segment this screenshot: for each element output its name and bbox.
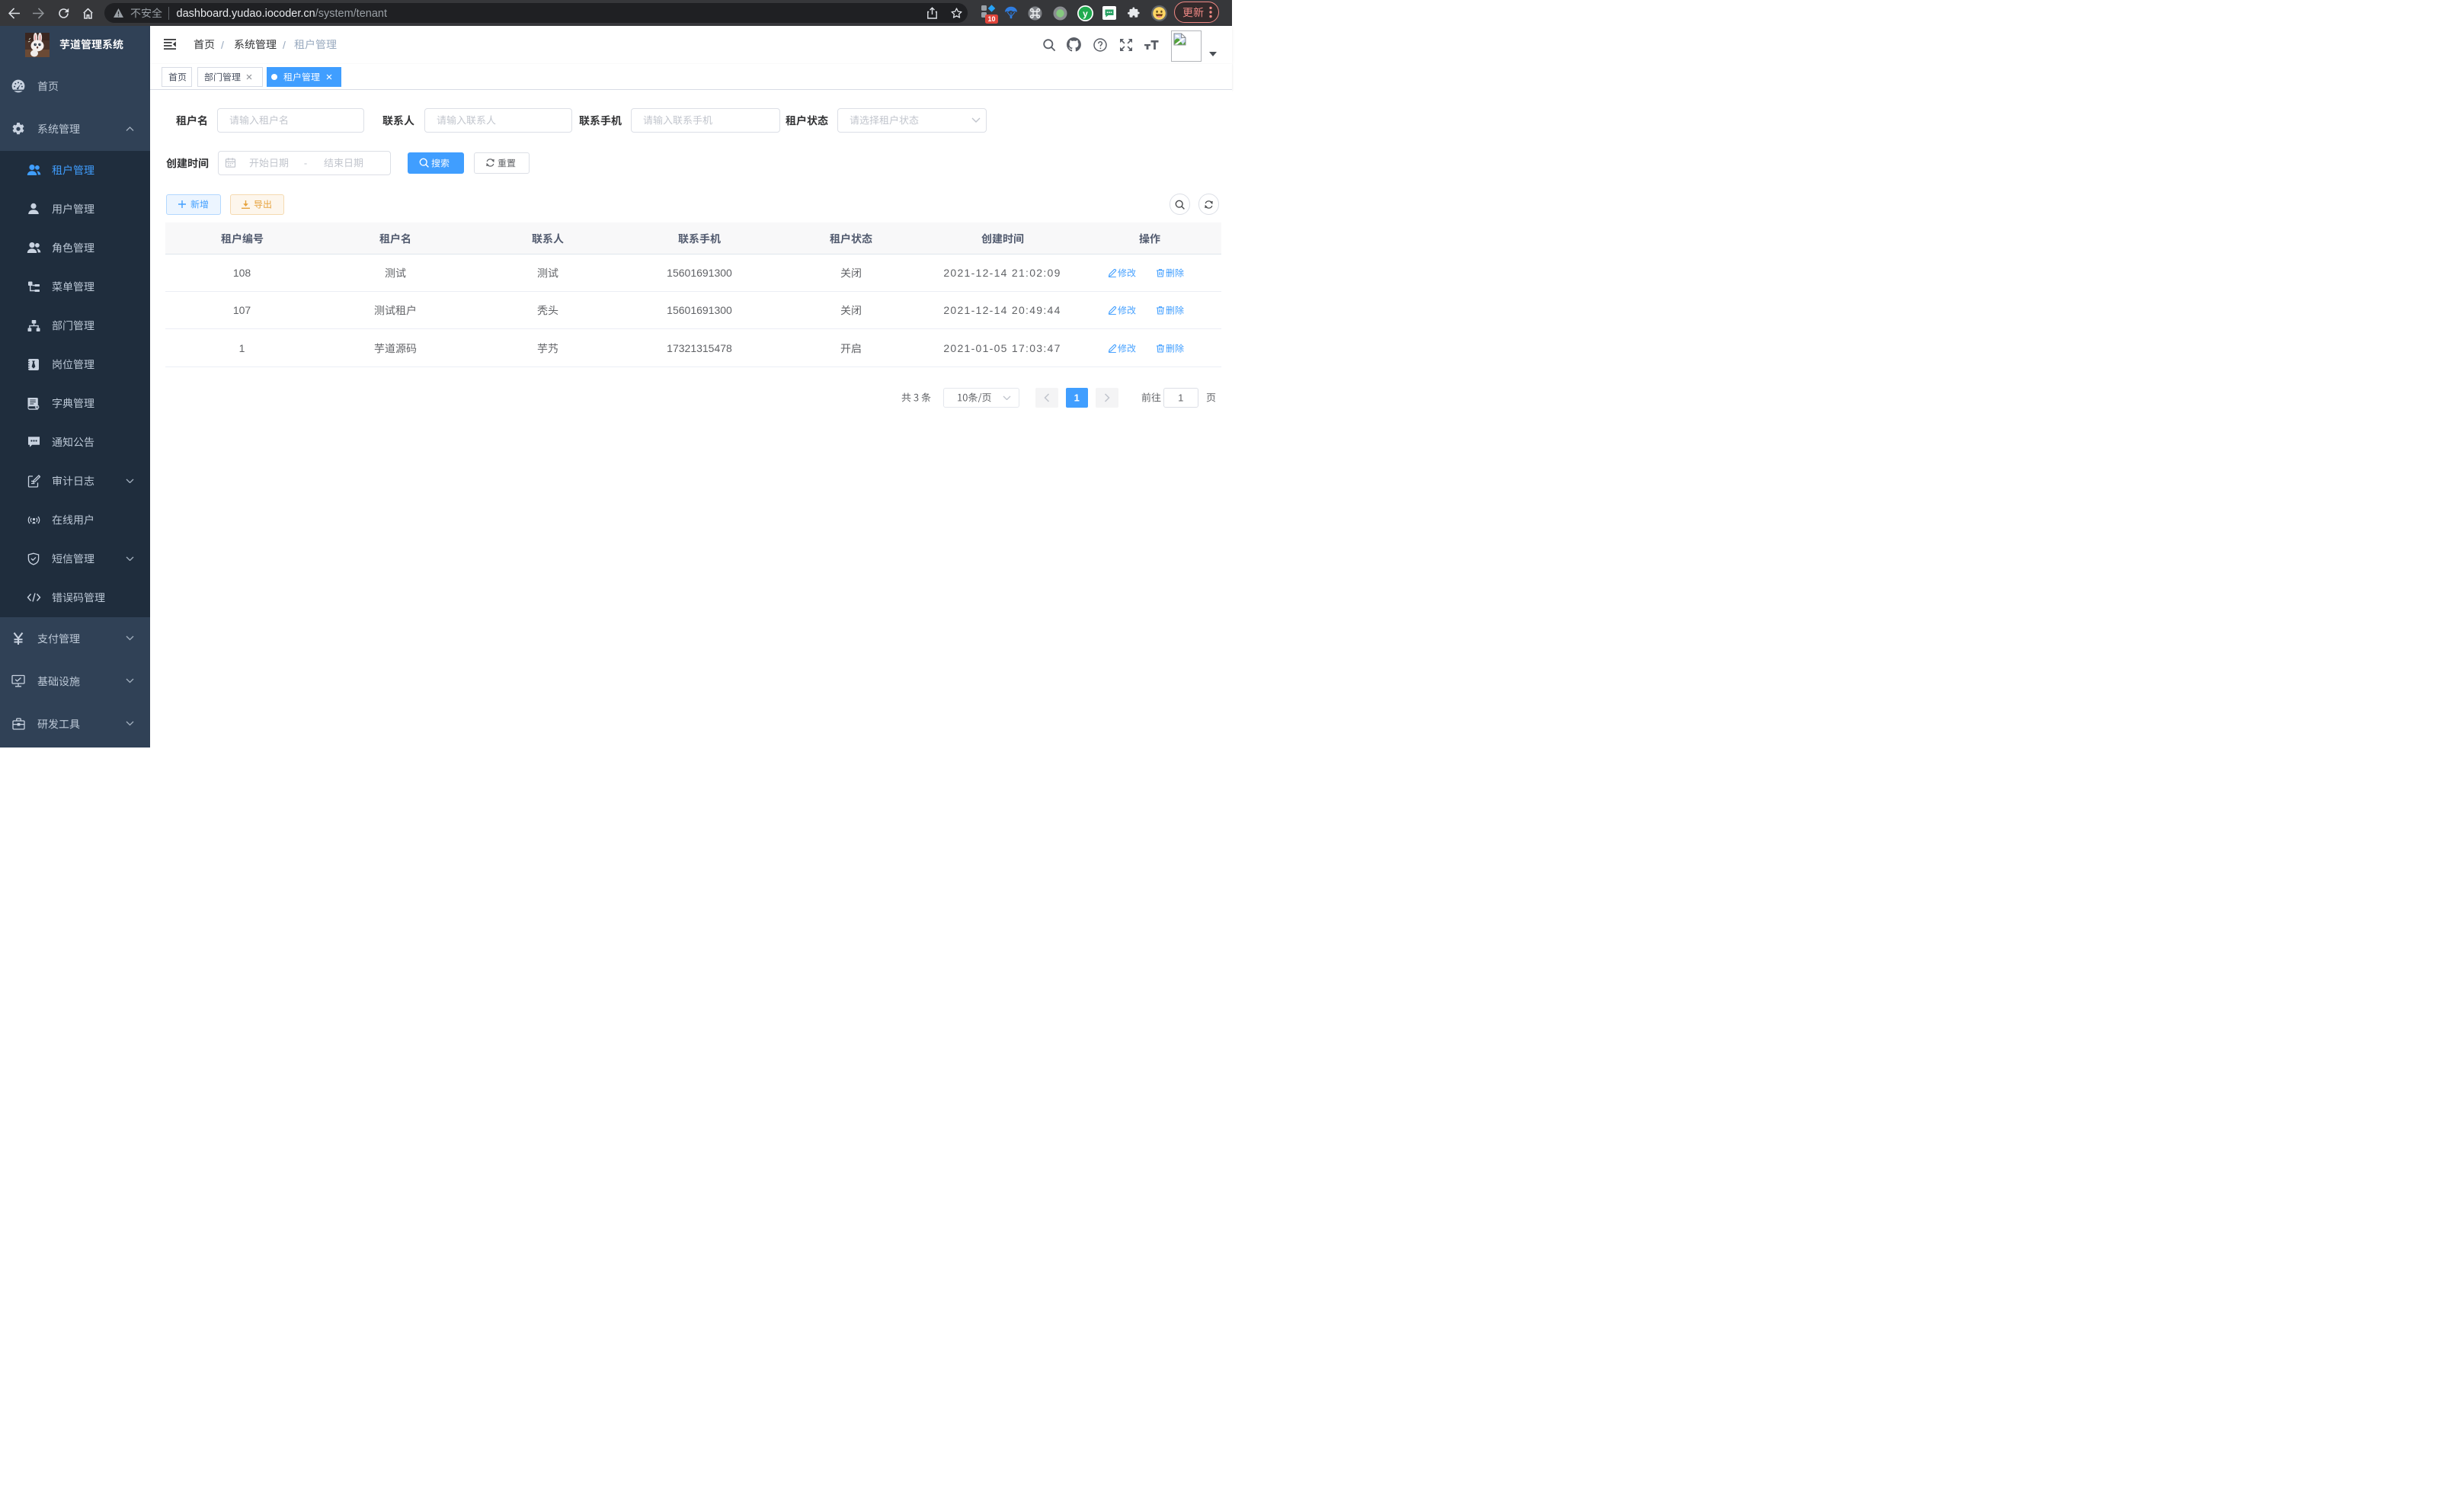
svg-text:y: y	[1083, 8, 1088, 18]
